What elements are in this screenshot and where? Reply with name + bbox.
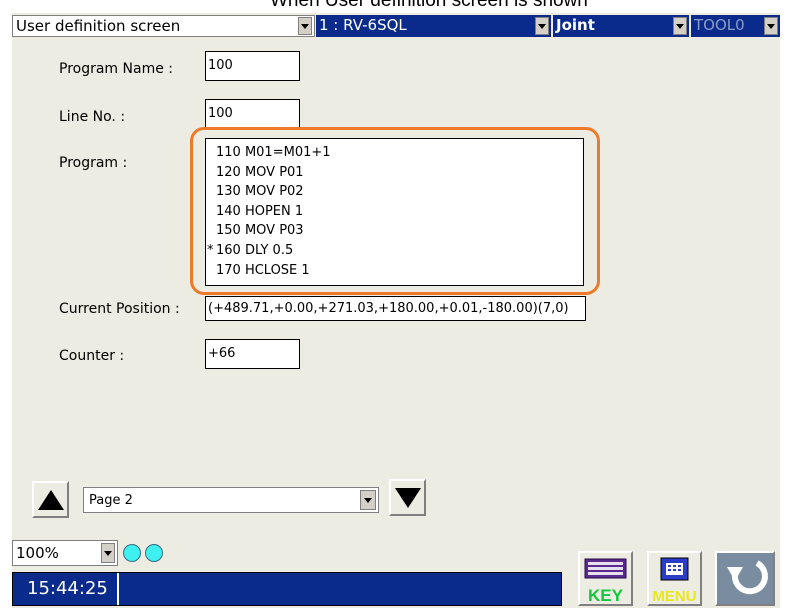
chevron-down-icon[interactable]	[764, 17, 778, 35]
program-line-text: 110 M01=M01+1	[216, 145, 331, 160]
chevron-down-icon[interactable]	[535, 17, 549, 35]
program-line-text: 170 HCLOSE 1	[216, 262, 310, 278]
status-bar: 15:44:25	[12, 572, 562, 606]
screen-select-value: User definition screen	[16, 17, 181, 35]
program-listing[interactable]: 110 M01=M01+1 120 MOV P01 130 MOV P02 140 H…	[205, 138, 584, 286]
chevron-down-icon[interactable]	[101, 543, 115, 563]
page-select[interactable]: Page 2	[83, 487, 379, 513]
tool-select[interactable]: TOOL0	[691, 15, 780, 37]
line-no-field[interactable]: 100	[205, 99, 300, 129]
program-line[interactable]: 110 M01=M01+1	[216, 143, 583, 163]
zoom-select-value: 100%	[16, 544, 59, 562]
page-up-button[interactable]	[32, 481, 69, 518]
keyboard-button[interactable]: KEY	[578, 551, 633, 606]
jog-mode-value: Joint	[556, 16, 595, 34]
robot-select[interactable]: 1 : RV-6SQL	[316, 15, 551, 37]
current-line-marker: *	[207, 242, 214, 258]
page-select-value: Page 2	[89, 492, 133, 508]
program-line-text: 120 MOV P01	[216, 164, 304, 180]
menu-icon: MENU	[652, 557, 697, 605]
clock: 15:44:25	[13, 573, 119, 605]
triangle-up-icon	[37, 489, 64, 510]
menu-button-label: MENU	[652, 588, 696, 604]
counter-field[interactable]: +66	[205, 339, 300, 369]
screen-select[interactable]: User definition screen	[12, 15, 315, 37]
tool-select-value: TOOL0	[694, 16, 745, 34]
program-line[interactable]: 150 MOV P03	[216, 221, 583, 241]
keyboard-icon: KEY	[584, 558, 627, 605]
current-position-label: Current Position :	[59, 301, 180, 317]
screen-caption: When User definition screen is shown	[270, 0, 588, 11]
return-arrow-icon	[727, 560, 768, 595]
chevron-down-icon[interactable]	[673, 17, 687, 35]
chevron-down-icon[interactable]	[360, 490, 376, 510]
user-definition-screen: User definition screen 1 : RV-6SQL Joint…	[12, 13, 780, 608]
robot-select-value: 1 : RV-6SQL	[319, 16, 407, 34]
menu-button[interactable]: MENU	[647, 551, 702, 606]
triangle-down-icon	[394, 487, 421, 508]
program-line-text: 150 MOV P03	[216, 223, 304, 239]
program-name-label: Program Name :	[59, 61, 173, 77]
counter-label: Counter :	[59, 348, 125, 364]
line-no-label: Line No. :	[59, 109, 126, 125]
program-line[interactable]: 120 MOV P01	[216, 163, 583, 183]
program-name-field[interactable]: 100	[205, 51, 300, 81]
program-line[interactable]: 170 HCLOSE 1	[216, 261, 583, 281]
program-line[interactable]: * 160 DLY 0.5	[207, 241, 583, 261]
program-line[interactable]: 130 MOV P02	[216, 182, 583, 202]
jog-mode-select[interactable]: Joint	[553, 15, 689, 37]
page-down-button[interactable]	[389, 479, 426, 516]
zoom-select[interactable]: 100%	[12, 540, 118, 566]
program-label: Program :	[59, 155, 128, 171]
chevron-down-icon[interactable]	[298, 17, 312, 35]
status-lamp-2	[145, 544, 163, 562]
program-line-text: 160 DLY 0.5	[216, 242, 294, 258]
top-bar: User definition screen 1 : RV-6SQL Joint…	[12, 13, 780, 39]
program-line-text: 140 HOPEN 1	[216, 203, 304, 219]
program-line[interactable]: 140 HOPEN 1	[216, 202, 583, 222]
current-position-field: (+489.71,+0.00,+271.03,+180.00,+0.01,-18…	[205, 296, 586, 321]
back-button[interactable]	[715, 551, 775, 606]
status-lamp-1	[123, 544, 141, 562]
program-line-text: 130 MOV P02	[216, 184, 304, 200]
keyboard-button-label: KEY	[588, 586, 624, 604]
